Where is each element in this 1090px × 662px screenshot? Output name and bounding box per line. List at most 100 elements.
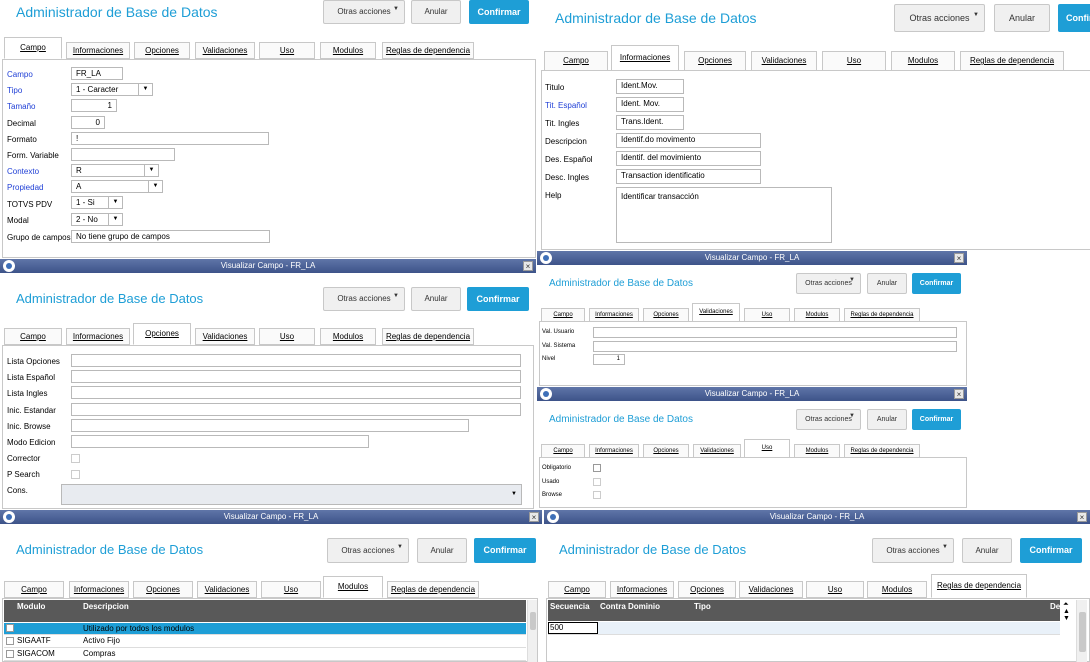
usado-checkbox[interactable] [593, 478, 601, 486]
confirmar-button[interactable]: Confirmar [1020, 538, 1082, 563]
tipo-select[interactable]: 1 - Caracter ▼ [71, 83, 153, 96]
tab-reglas[interactable]: Reglas de dependencia [382, 42, 474, 59]
tab-campo[interactable]: Campo [541, 308, 585, 322]
tab-opciones[interactable]: Opciones [133, 323, 191, 345]
tab-informaciones[interactable]: Informaciones [611, 45, 679, 71]
tab-campo[interactable]: Campo [541, 444, 585, 458]
anular-button[interactable]: Anular [867, 409, 907, 430]
tit-ingles-field[interactable]: Trans.Ident. [616, 115, 684, 130]
tab-informaciones[interactable]: Informaciones [589, 308, 639, 322]
tab-reglas[interactable]: Reglas de dependencia [960, 51, 1064, 71]
close-icon[interactable]: × [954, 253, 964, 263]
tab-modulos[interactable]: Modulos [320, 42, 376, 59]
campo-field[interactable]: FR_LA [71, 67, 123, 80]
grupo-field[interactable]: No tiene grupo de campos [71, 230, 270, 243]
close-icon[interactable]: × [529, 512, 539, 522]
lista-espanol-field[interactable] [71, 370, 521, 383]
reglas-scrollbar[interactable] [1076, 600, 1087, 662]
tab-validaciones[interactable]: Validaciones [197, 581, 257, 598]
p-search-checkbox[interactable] [71, 470, 80, 479]
tit-espanol-field[interactable]: Ident. Mov. [616, 97, 684, 112]
titulo-field[interactable]: Ident.Mov. [616, 79, 684, 94]
corrector-checkbox[interactable] [71, 454, 80, 463]
tab-campo[interactable]: Campo [548, 581, 606, 598]
modo-edicion-field[interactable] [71, 435, 369, 448]
confirmar-button[interactable]: Confirmar [474, 538, 536, 563]
lista-opciones-field[interactable] [71, 354, 521, 367]
val-usuario-field[interactable] [593, 327, 957, 338]
tab-uso[interactable]: Uso [744, 308, 790, 322]
help-textarea[interactable]: Identificar transacción [616, 187, 832, 243]
tab-modulos[interactable]: Modulos [323, 576, 383, 598]
tamano-field[interactable]: 1 [71, 99, 117, 112]
tab-informaciones[interactable]: Informaciones [66, 328, 130, 345]
desc-ingles-field[interactable]: Transaction identificatio [616, 169, 761, 184]
des-espanol-field[interactable]: Identif. del movimiento [616, 151, 761, 166]
tab-campo[interactable]: Campo [4, 37, 62, 59]
contexto-select[interactable]: R ▼ [71, 164, 159, 177]
close-icon[interactable]: × [1077, 512, 1087, 522]
tab-reglas[interactable]: Reglas de dependencia [844, 308, 920, 322]
tab-informaciones[interactable]: Informaciones [610, 581, 674, 598]
tab-uso[interactable]: Uso [259, 328, 315, 345]
table-row[interactable]: 500 [548, 622, 1060, 635]
otras-acciones-button[interactable]: Otras acciones ▼ [872, 538, 954, 563]
otras-acciones-button[interactable]: Otras acciones ▼ [323, 0, 405, 24]
tab-modulos[interactable]: Modulos [320, 328, 376, 345]
tab-informaciones[interactable]: Informaciones [69, 581, 129, 598]
cons-select[interactable]: ▼ [61, 484, 522, 505]
tab-opciones[interactable]: Opciones [643, 308, 689, 322]
tab-modulos[interactable]: Modulos [794, 444, 840, 458]
tab-reglas[interactable]: Reglas de dependencia [382, 328, 474, 345]
column-header-secuencia[interactable]: Secuencia [550, 602, 590, 611]
confirmar-button[interactable]: Confirmar [1058, 4, 1090, 32]
tab-uso[interactable]: Uso [259, 42, 315, 59]
scrollbar-thumb[interactable] [1079, 612, 1086, 652]
confirmar-button[interactable]: Confirmar [912, 409, 961, 430]
inic-estandar-field[interactable] [71, 403, 521, 416]
tab-informaciones[interactable]: Informaciones [66, 42, 130, 59]
otras-acciones-button[interactable]: Otras acciones ▼ [796, 273, 861, 294]
tab-uso[interactable]: Uso [744, 439, 790, 458]
tab-modulos[interactable]: Modulos [867, 581, 927, 598]
tab-uso[interactable]: Uso [261, 581, 321, 598]
propiedad-select[interactable]: A ▼ [71, 180, 163, 193]
modal-select[interactable]: 2 - No ▼ [71, 213, 123, 226]
formato-field[interactable]: ! [71, 132, 269, 145]
row-checkbox[interactable] [6, 637, 14, 645]
nivel-field[interactable]: 1 [593, 354, 625, 365]
tab-opciones[interactable]: Opciones [134, 42, 190, 59]
column-header-tipo[interactable]: Tipo [694, 602, 711, 611]
tab-modulos[interactable]: Modulos [794, 308, 840, 322]
move-top-icon[interactable]: ⏶ [1063, 601, 1069, 608]
tab-validaciones[interactable]: Validaciones [195, 328, 255, 345]
tab-validaciones[interactable]: Validaciones [195, 42, 255, 59]
tab-campo[interactable]: Campo [4, 581, 64, 598]
tab-validaciones[interactable]: Validaciones [693, 444, 741, 458]
table-row[interactable]: Utilizado por todos los modulos [4, 623, 526, 635]
table-row[interactable]: SIGACOM Compras [4, 648, 526, 661]
anular-button[interactable]: Anular [867, 273, 907, 294]
lista-ingles-field[interactable] [71, 386, 521, 399]
otras-acciones-button[interactable]: Otras acciones ▼ [894, 4, 985, 32]
tab-opciones[interactable]: Opciones [684, 51, 746, 71]
totvs-pdv-select[interactable]: 1 - Si ▼ [71, 196, 123, 209]
tab-campo[interactable]: Campo [544, 51, 608, 71]
anular-button[interactable]: Anular [994, 4, 1050, 32]
browse-checkbox[interactable] [593, 491, 601, 499]
tab-uso[interactable]: Uso [822, 51, 886, 71]
tab-reglas[interactable]: Reglas de dependencia [387, 581, 479, 598]
tab-validaciones[interactable]: Validaciones [751, 51, 817, 71]
tab-validaciones[interactable]: Validaciones [739, 581, 803, 598]
column-header-modulo[interactable]: Modulo [17, 602, 45, 611]
secuencia-cell-input[interactable]: 500 [548, 622, 598, 634]
table-row[interactable]: SIGAATF Activo Fijo [4, 635, 526, 648]
move-up-icon[interactable]: ▲ [1063, 608, 1070, 615]
modulos-scrollbar[interactable] [527, 600, 537, 662]
move-down-icon[interactable]: ▼ [1063, 615, 1070, 622]
anular-button[interactable]: Anular [962, 538, 1012, 563]
tab-informaciones[interactable]: Informaciones [589, 444, 639, 458]
obligatorio-checkbox[interactable] [593, 464, 601, 472]
tab-opciones[interactable]: Opciones [643, 444, 689, 458]
row-checkbox[interactable] [6, 624, 14, 632]
